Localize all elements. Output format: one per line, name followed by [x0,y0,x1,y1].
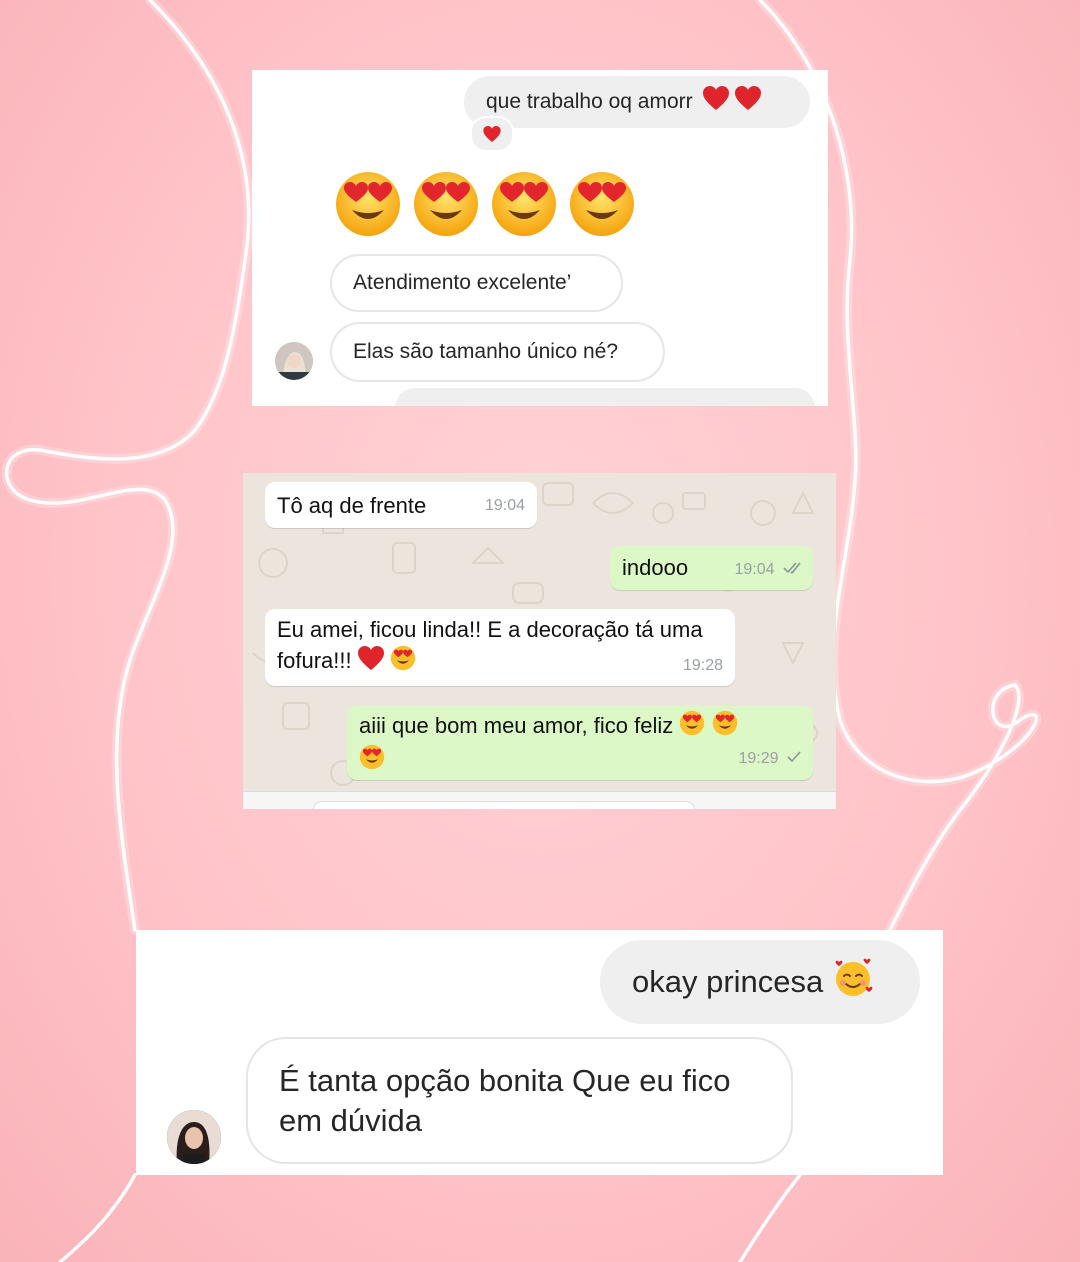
instagram-chat-screenshot-2: okay princesa É tanta opção bonita Que e… [136,930,943,1175]
heart-eyes-emoji-icon [414,172,478,236]
heart-eyes-emoji-icon [492,172,556,236]
partial-message-bubble [395,388,815,406]
heart-eyes-emoji-icon [712,710,738,744]
outgoing-message-bubble: indooo 19:04 [610,546,813,590]
heart-eyes-emoji-icon [336,172,400,236]
outgoing-message-bubble: aiii que bom meu amor, fico feliz 19:29 [347,706,813,780]
message-time: 19:04 [734,561,775,578]
heart-reaction-icon[interactable] [470,116,514,152]
single-check-icon [787,750,801,767]
heart-eyes-emoji-icon [679,710,705,744]
message-composer-bar [243,791,836,809]
heart-eyes-emoji-icon [359,744,385,778]
incoming-message-text: Elas são tamanho único né? [353,340,619,363]
incoming-message-bubble: Eu amei, ficou linda!! E a decoração tá … [265,609,735,686]
message-text: Tô aq de frente [277,493,427,518]
emoji-message [334,170,636,238]
message-meta: 19:29 [739,743,802,774]
message-time: 19:28 [682,657,723,674]
outgoing-message-bubble: que trabalho oq amorr [464,76,810,128]
message-time: 19:29 [738,750,779,767]
incoming-message-bubble: Tô aq de frente 19:04 [265,482,537,528]
message-text: Eu amei, ficou linda!! E a decoração tá … [277,617,703,673]
incoming-message-text: É tanta opção bonita Que eu fico em dúvi… [279,1063,731,1138]
message-time: 19:04 [484,497,525,514]
incoming-message-bubble: Atendimento excelente’ [330,254,623,312]
double-check-icon [783,561,803,578]
outgoing-message-bubble: okay princesa [600,940,920,1024]
incoming-message-bubble: Elas são tamanho único né? [330,322,665,382]
message-meta: 19:04 [735,554,804,585]
incoming-message-text: Atendimento excelente’ [353,271,572,294]
instagram-chat-screenshot-1: que trabalho oq amorr Atendimento excele… [252,70,828,406]
incoming-message-bubble: É tanta opção bonita Que eu fico em dúvi… [246,1037,793,1164]
avatar[interactable] [167,1110,221,1164]
message-input[interactable] [313,801,695,809]
message-text: aiii que bom meu amor, fico feliz [359,713,674,738]
whatsapp-chat-screenshot: Tô aq de frente 19:04 indooo 19:04 Eu am… [243,473,836,809]
outgoing-message-text: okay princesa [632,964,824,999]
message-text: indooo [622,555,689,580]
outgoing-message-text: que trabalho oq amorr [486,90,693,113]
smiling-face-with-hearts-emoji-icon [833,958,873,1006]
heart-emoji-icon [702,85,761,119]
heart-eyes-emoji-icon [570,172,634,236]
avatar[interactable] [275,342,313,380]
heart-eyes-emoji-icon [390,645,416,679]
heart-emoji-icon [357,646,384,678]
